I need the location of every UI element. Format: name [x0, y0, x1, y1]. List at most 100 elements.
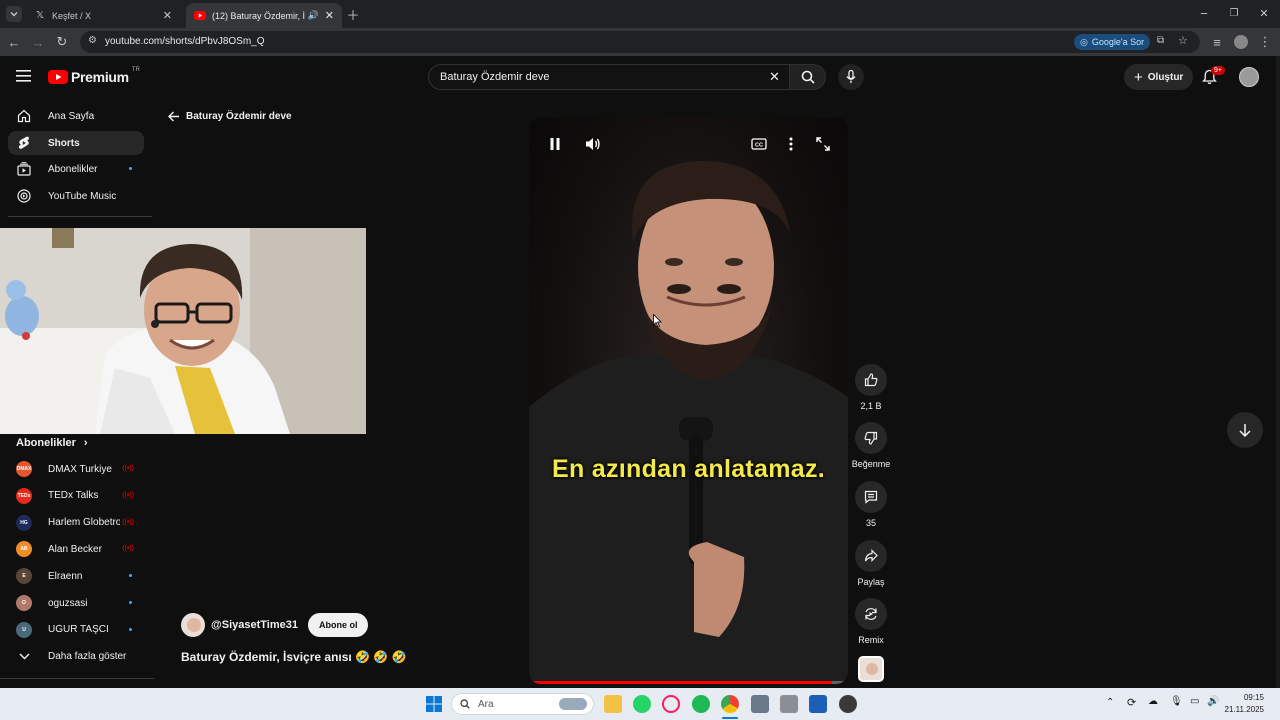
opera-gx-icon[interactable] — [662, 695, 680, 713]
channel-avatar: E — [16, 568, 32, 585]
sync-icon[interactable]: ⟳ — [1127, 696, 1136, 709]
sidebar-item-subscriptions[interactable]: Abonelikler — [8, 157, 144, 181]
mouse-cursor-icon — [653, 314, 662, 328]
subscription-item[interactable]: E Elraenn — [8, 564, 144, 588]
reading-list-icon[interactable]: ≡ — [1209, 34, 1225, 50]
chevron-up-icon[interactable]: ⌃ — [1106, 697, 1114, 708]
pause-button[interactable] — [545, 134, 565, 154]
windows-start-icon[interactable] — [426, 696, 442, 712]
profile-avatar[interactable] — [1234, 35, 1248, 49]
active-app-indicator — [722, 717, 738, 719]
restore-icon[interactable]: ❐ — [1226, 5, 1242, 21]
voice-search-button[interactable] — [838, 64, 864, 90]
whatsapp-icon[interactable] — [633, 695, 651, 713]
subscription-item[interactable]: Ooguzsasi — [8, 591, 144, 615]
chrome-icon[interactable] — [721, 695, 739, 713]
subscription-item[interactable]: U UĞUR TAŞCI — [8, 618, 144, 642]
dislike-button[interactable]: Beğenme — [850, 422, 892, 469]
remix-circle[interactable] — [855, 598, 887, 630]
app-with-badge-icon[interactable] — [839, 695, 857, 713]
sidebar-item-youtube-music[interactable]: YouTube Music — [8, 184, 144, 208]
comments-button[interactable]: 35 — [850, 481, 892, 528]
camera-app-icon[interactable] — [751, 695, 769, 713]
tab-x[interactable]: 𝕏 Keşfet / X ✕ — [26, 3, 180, 28]
notifications-button[interactable]: 9+ — [1202, 66, 1225, 90]
channel-avatar[interactable] — [181, 613, 205, 637]
spotify-icon[interactable] — [692, 695, 710, 713]
close-tab-icon[interactable]: ✕ — [163, 9, 172, 22]
video-title[interactable]: Baturay Özdemir, İsviçre anısı 🤣 🤣 🤣 — [181, 650, 407, 664]
live-indicator-icon: ((•)) — [122, 545, 134, 553]
next-short-button[interactable] — [1227, 412, 1263, 448]
create-button[interactable]: + Oluştur — [1124, 64, 1194, 90]
video-progress-bar[interactable] — [529, 681, 848, 684]
show-more-button[interactable]: Daha fazla göster — [8, 644, 144, 668]
subscription-item[interactable]: TEDx TEDx Talks ((•)) — [8, 484, 144, 508]
clear-search-icon[interactable]: ✕ — [769, 69, 780, 85]
bookmark-star-icon[interactable]: ☆ — [1178, 34, 1188, 47]
captions-button[interactable]: CC — [749, 134, 769, 154]
sidebar-item-shorts[interactable]: Shorts — [8, 131, 144, 155]
channel-row: @SiyasetTime31 Abone ol — [181, 613, 369, 637]
forward-icon[interactable]: → — [30, 34, 46, 50]
speaker-icon[interactable]: 🔊 — [308, 10, 319, 21]
channel-name[interactable]: @SiyasetTime31 — [211, 619, 298, 631]
dislike-circle[interactable] — [855, 422, 887, 454]
close-window-icon[interactable]: ✕ — [1256, 5, 1272, 21]
live-indicator-icon: ((•)) — [122, 465, 134, 472]
page-scrollbar[interactable] — [1276, 56, 1280, 688]
back-icon[interactable]: ← — [6, 34, 22, 50]
remix-button[interactable]: Remix — [850, 598, 892, 645]
cloud-offline-icon[interactable]: ☁ — [1148, 696, 1158, 707]
windows-taskbar: Ara ⌃ ⟳ ☁ 🎙 ▭ 🔊 09:15 21.11.2025 — [0, 688, 1280, 720]
address-bar[interactable]: ⚙ youtube.com/shorts/dPbvJ8OSm_Q ◎ Googl… — [80, 31, 1200, 53]
fullscreen-button[interactable] — [813, 134, 833, 154]
minimize-icon[interactable]: − — [1196, 5, 1212, 21]
like-button[interactable]: 2,1 B — [850, 364, 892, 411]
vscode-icon[interactable] — [809, 695, 827, 713]
subscription-item[interactable]: DMAX DMAX Turkiye ((•)) — [8, 457, 144, 481]
account-avatar[interactable] — [1239, 67, 1259, 87]
sidebar-item-home[interactable]: Ana Sayfa — [8, 104, 144, 128]
comments-circle[interactable] — [855, 481, 887, 513]
shorts-icon — [16, 135, 32, 151]
subscription-item[interactable]: HG Harlem Globetro...((•)) — [8, 511, 144, 535]
volume-tray-icon[interactable]: 🔊 — [1207, 696, 1219, 707]
close-tab-icon[interactable]: ✕ — [325, 9, 334, 22]
subscriptions-heading[interactable]: Abonelikler › — [16, 437, 88, 449]
site-info-icon[interactable]: ⚙ — [88, 35, 97, 46]
new-content-dot — [129, 601, 132, 604]
search-input[interactable]: Baturay Özdemir deve ✕ — [428, 64, 790, 90]
install-app-icon[interactable]: ⧉ — [1157, 35, 1164, 46]
share-circle[interactable] — [855, 540, 887, 572]
tab-youtube[interactable]: (12) Baturay Özdemir, İsviçre 🔊 ✕ — [186, 3, 342, 28]
youtube-logo[interactable]: Premium TR — [48, 67, 140, 85]
search-button[interactable] — [790, 64, 826, 90]
new-tab-button[interactable]: ＋ — [345, 6, 361, 23]
network-icon[interactable]: ▭ — [1190, 696, 1199, 707]
sound-thumbnail[interactable] — [858, 656, 884, 682]
like-circle[interactable] — [855, 364, 887, 396]
menu-kebab-icon[interactable]: ⋮ — [1257, 34, 1273, 50]
tab-search-button[interactable] — [6, 6, 22, 22]
new-content-dot — [129, 627, 132, 631]
channel-avatar: DMAX — [16, 461, 32, 477]
mic-tray-icon[interactable]: 🎙 — [1170, 696, 1183, 707]
file-explorer-icon[interactable] — [604, 695, 622, 713]
more-options-button[interactable] — [781, 134, 801, 154]
shorts-video-player[interactable]: En azından anlatamaz. CC — [529, 117, 848, 684]
microphone-app-icon[interactable] — [780, 695, 798, 713]
share-label: Paylaş — [857, 577, 885, 587]
system-clock[interactable]: 09:15 21.11.2025 — [1225, 692, 1264, 716]
subscribe-button[interactable]: Abone ol — [307, 613, 369, 637]
google-ask-button[interactable]: ◎ Google'a Sor — [1074, 34, 1151, 50]
reload-icon[interactable]: ↻ — [54, 34, 70, 50]
share-icon — [864, 549, 878, 562]
subscription-item[interactable]: AB Alan Becker ((•)) — [8, 537, 144, 561]
live-indicator-icon: ((•)) — [122, 518, 134, 526]
hamburger-menu-icon[interactable] — [16, 69, 31, 87]
taskbar-search[interactable]: Ara — [451, 693, 594, 715]
back-to-results-button[interactable]: Baturay Özdemir deve — [168, 111, 292, 122]
volume-button[interactable] — [583, 134, 603, 154]
share-button[interactable]: Paylaş — [850, 540, 892, 587]
